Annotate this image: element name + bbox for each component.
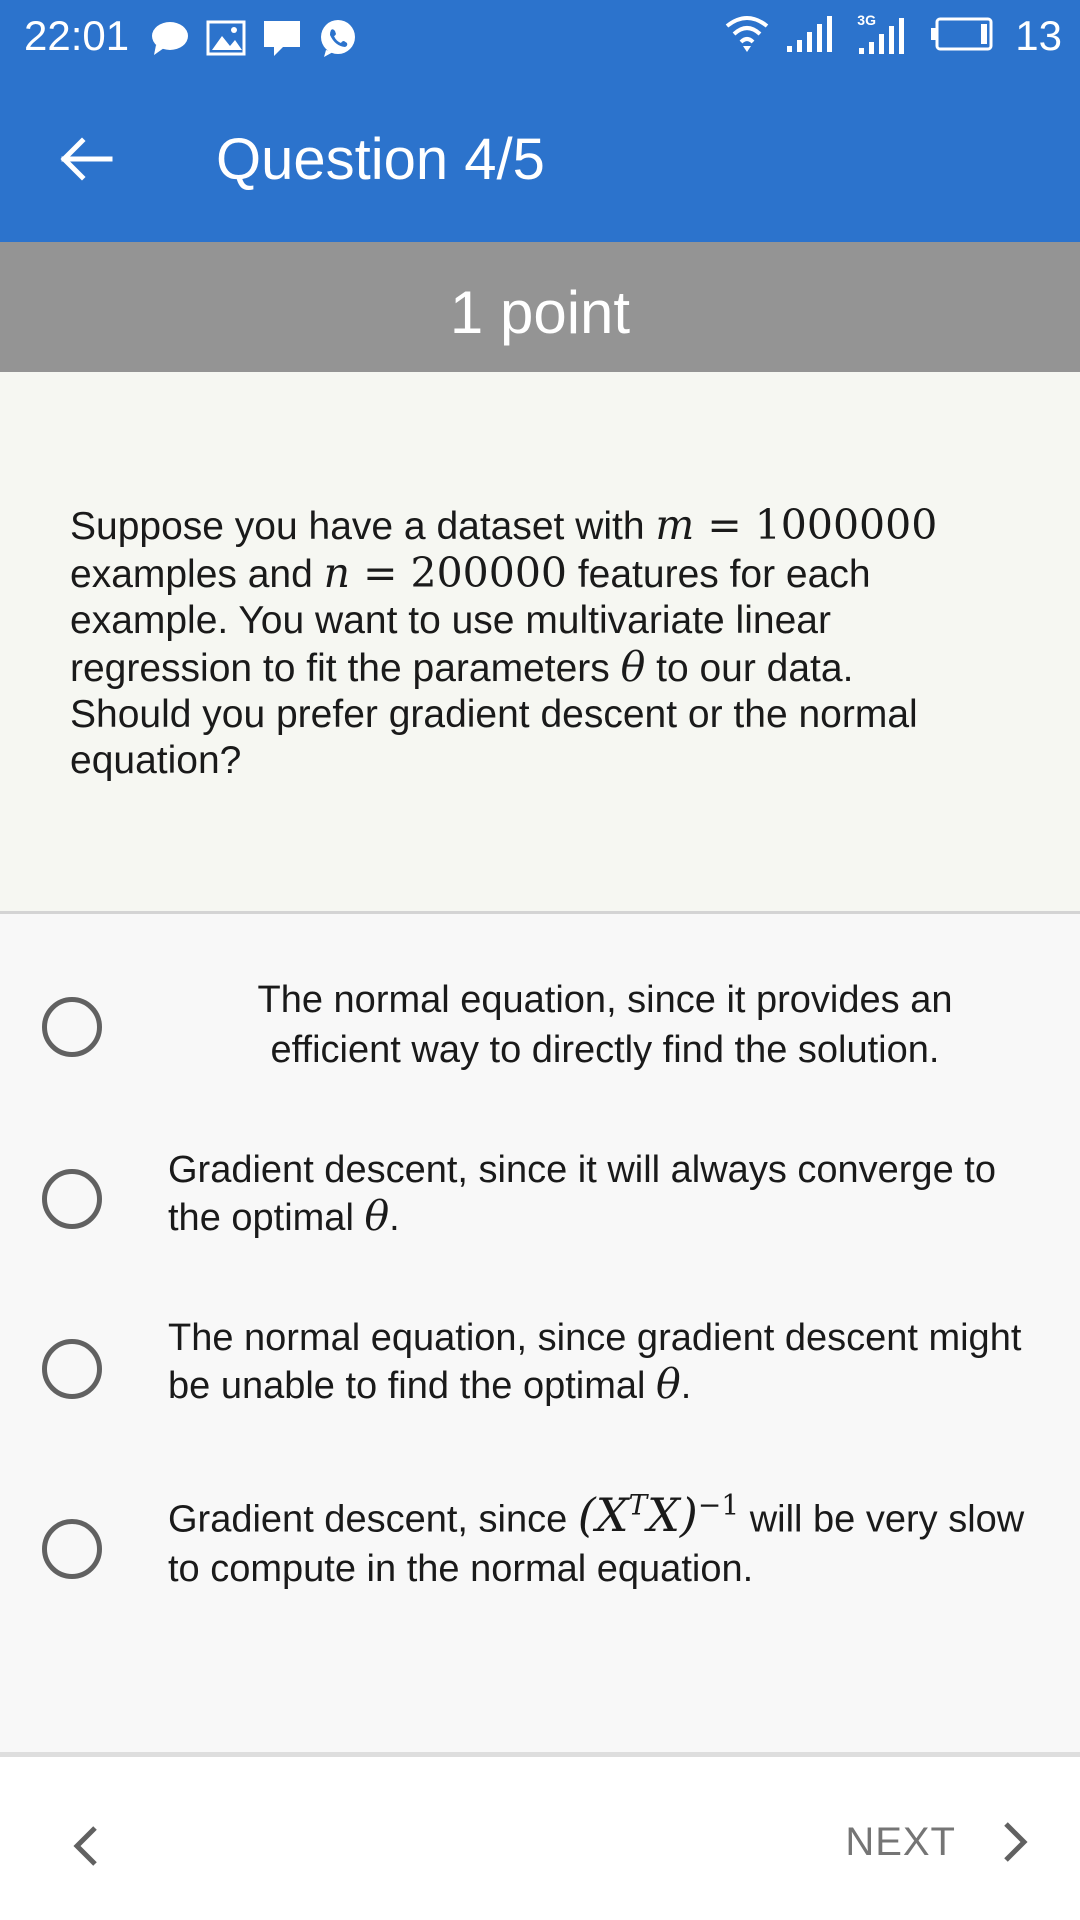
status-bar: 22:01 3G 13 bbox=[0, 0, 1080, 76]
next-label: NEXT bbox=[845, 1819, 956, 1864]
chevron-left-icon bbox=[73, 1826, 97, 1866]
signal-3g-icon: 3G bbox=[857, 12, 913, 56]
battery-level: 13 bbox=[1015, 12, 1062, 59]
message-icon bbox=[262, 19, 302, 62]
math-theta: θ bbox=[364, 1192, 390, 1240]
battery-icon bbox=[929, 16, 995, 57]
app-bar: Question 4/5 bbox=[0, 76, 1080, 242]
chevron-right-icon bbox=[1004, 1822, 1028, 1862]
math-theta: θ bbox=[656, 1360, 681, 1408]
math-equals: = bbox=[694, 501, 755, 549]
back-button[interactable] bbox=[48, 124, 124, 194]
radio-button[interactable] bbox=[42, 1339, 102, 1399]
wifi-icon bbox=[725, 14, 769, 59]
math-formula: (XTX)−1 bbox=[577, 1488, 740, 1543]
status-time: 22:01 bbox=[24, 12, 130, 59]
radio-button[interactable] bbox=[42, 997, 102, 1057]
answer-option-label: Gradient descent, since it will always c… bbox=[168, 1149, 996, 1240]
points-label: 1 point bbox=[449, 279, 631, 346]
arrow-left-icon bbox=[60, 137, 113, 181]
notification-icons bbox=[150, 18, 358, 63]
chat-bubble-icon bbox=[150, 19, 190, 62]
question-fragment: Suppose you have a dataset with bbox=[70, 505, 656, 548]
answer-option-4[interactable]: Gradient descent, since (XTX)−1 will be … bbox=[0, 1467, 1080, 1617]
math-equals: = bbox=[350, 549, 411, 597]
system-icons: 3G 13 bbox=[725, 12, 1062, 60]
bottom-navigation: NEXT bbox=[0, 1752, 1080, 1920]
radio-button[interactable] bbox=[42, 1519, 102, 1579]
math-variable-n: n bbox=[323, 549, 351, 597]
answer-option-label: Gradient descent, since (XTX)−1 will be … bbox=[168, 1488, 1025, 1591]
math-variable-m: m bbox=[655, 501, 695, 549]
question-text: Suppose you have a dataset with m = 1000… bbox=[70, 502, 970, 784]
answer-options: The normal equation, since it provides a… bbox=[0, 917, 1080, 1757]
radio-button[interactable] bbox=[42, 1169, 102, 1229]
answer-option-1[interactable]: The normal equation, since it provides a… bbox=[0, 957, 1080, 1107]
answer-option-label: The normal equation, since it provides a… bbox=[257, 979, 953, 1071]
image-icon bbox=[206, 20, 246, 61]
math-theta: θ bbox=[620, 643, 646, 691]
question-panel: Suppose you have a dataset with m = 1000… bbox=[0, 372, 1080, 914]
viber-icon bbox=[318, 18, 358, 63]
answer-option-label: The normal equation, since gradient desc… bbox=[168, 1317, 1022, 1408]
math-value-m: 1000000 bbox=[754, 501, 938, 549]
answer-option-2[interactable]: Gradient descent, since it will always c… bbox=[0, 1127, 1080, 1277]
signal-icon bbox=[785, 14, 841, 59]
question-fragment: examples and bbox=[70, 553, 324, 596]
answer-option-3[interactable]: The normal equation, since gradient desc… bbox=[0, 1299, 1080, 1449]
page-title: Question 4/5 bbox=[216, 127, 545, 192]
points-banner: 1 point bbox=[0, 242, 1080, 372]
math-value-n: 200000 bbox=[410, 549, 567, 597]
next-button[interactable]: NEXT bbox=[845, 1807, 1030, 1877]
previous-button[interactable] bbox=[56, 1811, 116, 1881]
